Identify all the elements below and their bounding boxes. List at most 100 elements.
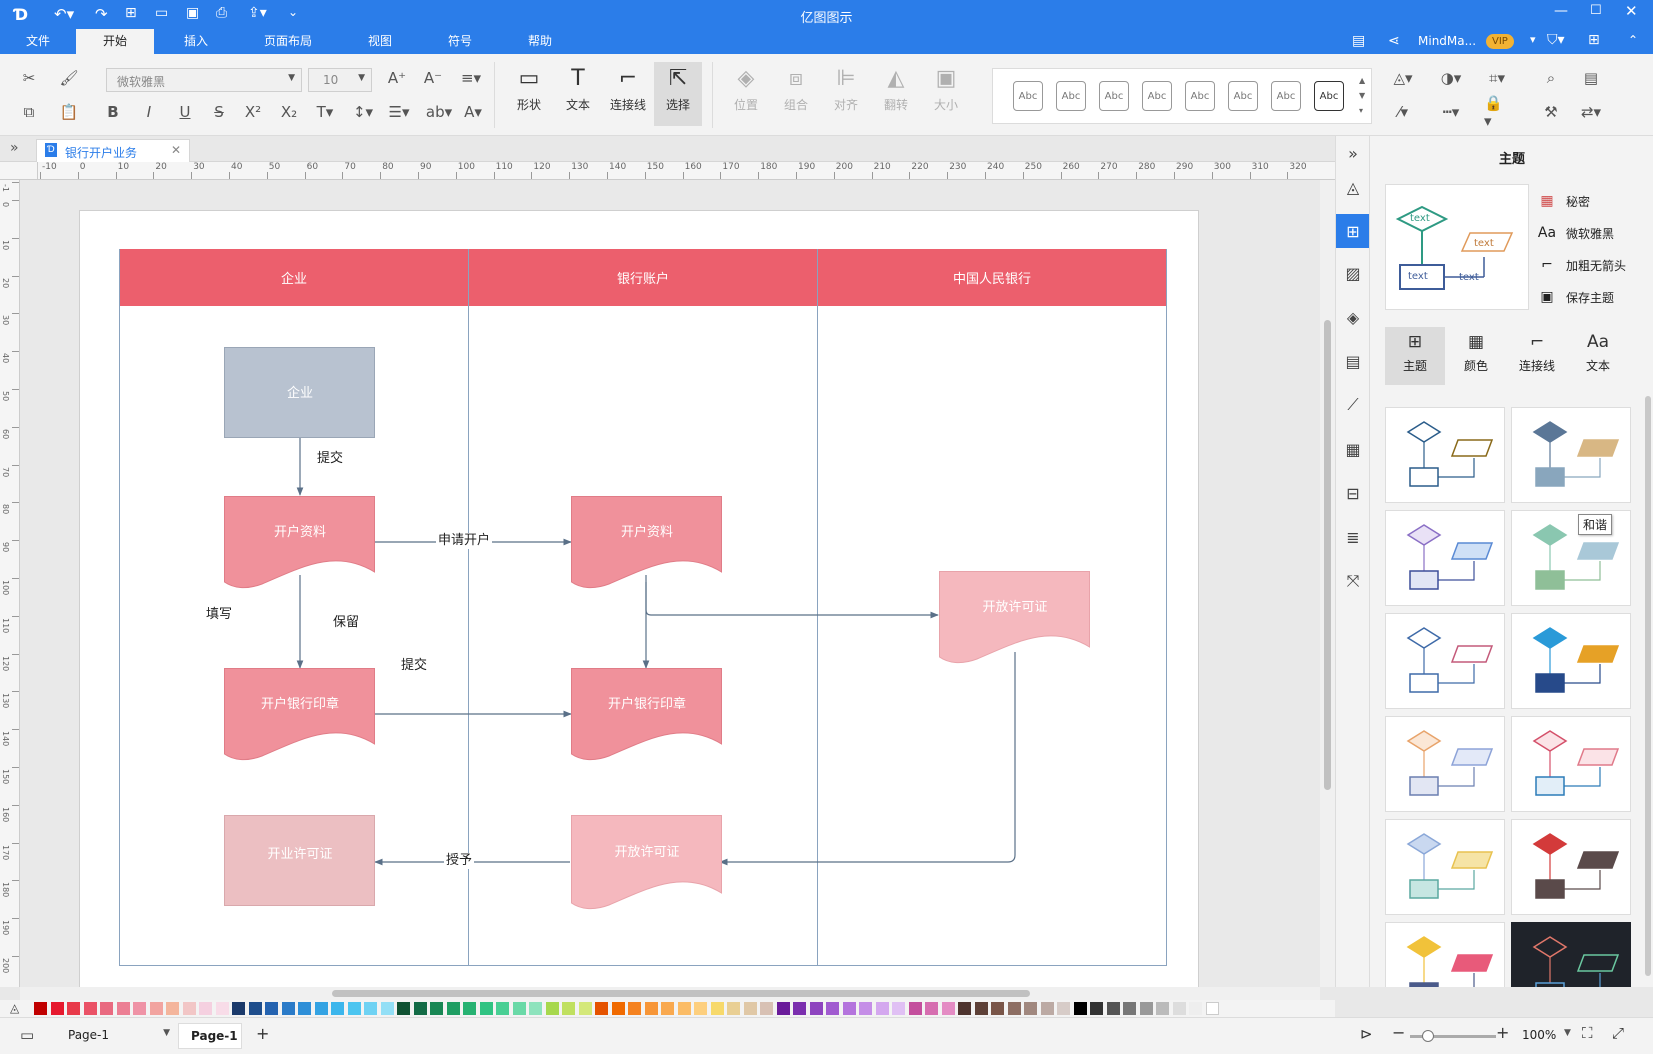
theme-thumbnail[interactable] <box>1511 510 1631 606</box>
search-icon[interactable]: ⌕ <box>1538 66 1564 90</box>
theme-thumbnail[interactable] <box>1511 922 1631 987</box>
panel-scroll-thumb[interactable] <box>1645 396 1651 976</box>
color-swatch[interactable] <box>1073 1002 1087 1015</box>
color-swatch[interactable] <box>463 1002 476 1015</box>
color-swatch[interactable] <box>182 1002 196 1015</box>
color-swatch[interactable] <box>1123 1002 1136 1015</box>
color-swatch[interactable] <box>1139 1002 1153 1015</box>
color-swatch[interactable] <box>941 1002 955 1015</box>
color-swatch[interactable] <box>760 1002 773 1015</box>
skin-icon[interactable]: ⛉▾ <box>1547 32 1565 48</box>
label-submit-2[interactable]: 提交 <box>401 658 427 674</box>
chevron-down-icon[interactable]: ▼ <box>1564 1028 1571 1038</box>
theme-thumbnail[interactable] <box>1385 407 1505 503</box>
dropdown-arrow-icon[interactable]: ▾ <box>1530 33 1536 46</box>
label-grant[interactable]: 授予 <box>444 853 475 869</box>
tab-text[interactable]: Aa 文本 <box>1568 327 1628 385</box>
color-swatch[interactable] <box>1057 1002 1070 1015</box>
theme-prop-connector[interactable]: ⌐ 加粗无箭头 <box>1536 254 1626 276</box>
color-swatch[interactable] <box>298 1002 311 1015</box>
color-swatch[interactable] <box>842 1002 856 1015</box>
color-swatch[interactable] <box>793 1002 806 1015</box>
color-swatch[interactable] <box>991 1002 1004 1015</box>
color-swatch[interactable] <box>446 1002 460 1015</box>
color-swatch[interactable] <box>1024 1002 1037 1015</box>
color-swatch[interactable] <box>67 1002 80 1015</box>
table-icon[interactable]: ▦ <box>1336 432 1370 466</box>
crop-icon[interactable]: ⌗▾ <box>1484 66 1510 90</box>
color-swatch[interactable] <box>100 1002 113 1015</box>
color-swatch[interactable] <box>248 1002 262 1015</box>
color-swatch[interactable] <box>215 1002 229 1015</box>
collapse-ribbon-icon[interactable]: ⌃ <box>1628 33 1638 47</box>
zoom-slider-thumb[interactable] <box>1422 1030 1434 1042</box>
theme-thumbnail[interactable] <box>1385 613 1505 709</box>
color-swatch[interactable] <box>1007 1002 1021 1015</box>
theme-thumbnail[interactable] <box>1385 922 1505 987</box>
license-left-shape[interactable] <box>224 815 375 906</box>
page-view-icon[interactable]: ▭ <box>20 1026 34 1044</box>
color-swatch[interactable] <box>479 1002 493 1015</box>
label-fill[interactable]: 填写 <box>206 607 232 623</box>
color-swatch[interactable] <box>1106 1002 1120 1015</box>
zoom-in-icon[interactable]: + <box>1496 1023 1509 1042</box>
color-swatch[interactable] <box>661 1002 674 1015</box>
fill-bucket-icon[interactable]: ◬ <box>10 1001 19 1015</box>
color-swatch[interactable] <box>644 1002 658 1015</box>
gallery-scroll-icon[interactable]: ▲ ▼ ▾ <box>1359 73 1365 118</box>
color-swatch[interactable] <box>628 1002 641 1015</box>
theme-grid-icon[interactable]: ⊞ <box>1336 214 1370 248</box>
color-swatch[interactable] <box>34 1002 47 1015</box>
color-swatch[interactable] <box>875 1002 889 1015</box>
label-keep[interactable]: 保留 <box>333 615 359 631</box>
color-swatch[interactable] <box>908 1002 922 1015</box>
theme-prop-font[interactable]: Aa 微软雅黑 <box>1536 222 1614 244</box>
color-swatch[interactable] <box>595 1002 608 1015</box>
tab-color[interactable]: ▦ 颜色 <box>1446 327 1506 385</box>
color-swatch[interactable] <box>1090 1002 1103 1015</box>
label-submit-1[interactable]: 提交 <box>317 451 343 467</box>
color-swatch[interactable] <box>133 1002 146 1015</box>
fill-icon[interactable]: ◬▾ <box>1390 66 1416 90</box>
color-swatch[interactable] <box>1172 1002 1186 1015</box>
color-swatch[interactable] <box>826 1002 839 1015</box>
page-icon[interactable]: ▤ <box>1336 344 1370 378</box>
theme-thumbnail[interactable] <box>1385 510 1505 606</box>
lane-header-enterprise[interactable]: 企业 <box>120 249 468 306</box>
vertical-scrollbar[interactable] <box>1320 180 1335 987</box>
color-swatch[interactable] <box>331 1002 344 1015</box>
zoom-slider[interactable] <box>1410 1030 1496 1042</box>
account-name[interactable]: MindMa... <box>1418 34 1476 48</box>
lock-icon[interactable]: 🔒▾ <box>1484 94 1510 130</box>
color-swatch[interactable] <box>83 1002 97 1015</box>
color-swatch[interactable] <box>347 1002 361 1015</box>
theme-thumbnail[interactable] <box>1385 819 1505 915</box>
color-swatch[interactable] <box>694 1002 707 1015</box>
panel-scrollbar[interactable] <box>1644 396 1652 986</box>
color-swatch[interactable] <box>364 1002 377 1015</box>
chart-icon[interactable]: ⟋ <box>1336 388 1370 422</box>
layers-icon[interactable]: ◈ <box>1336 300 1370 334</box>
color-swatch[interactable] <box>430 1002 443 1015</box>
color-swatch[interactable] <box>265 1002 278 1015</box>
color-swatch[interactable] <box>1189 1002 1202 1015</box>
lane-header-bank-account[interactable]: 银行账户 <box>469 249 817 306</box>
color-swatch[interactable] <box>397 1002 410 1015</box>
color-swatch[interactable] <box>1156 1002 1169 1015</box>
color-swatch[interactable] <box>958 1002 971 1015</box>
color-swatch[interactable] <box>1040 1002 1054 1015</box>
theme-thumbnail[interactable] <box>1385 716 1505 812</box>
lane-header-pboc[interactable]: 中国人民银行 <box>818 249 1166 306</box>
color-swatch[interactable] <box>776 1002 790 1015</box>
horizontal-scrollbar[interactable] <box>20 987 1320 1000</box>
zoom-out-icon[interactable]: − <box>1392 1023 1405 1042</box>
horizontal-scroll-thumb[interactable] <box>332 990 1030 997</box>
tab-theme[interactable]: ⊞ 主题 <box>1385 327 1445 385</box>
comment-icon[interactable]: ▤ <box>1352 33 1365 49</box>
color-swatch[interactable] <box>380 1002 394 1015</box>
color-swatch[interactable] <box>710 1002 724 1015</box>
find-replace-icon[interactable]: ▤ <box>1578 66 1604 90</box>
color-swatch[interactable] <box>166 1002 179 1015</box>
line-style-icon[interactable]: ┅▾ <box>1438 100 1464 124</box>
zoom-level[interactable]: 100% <box>1522 1028 1556 1042</box>
